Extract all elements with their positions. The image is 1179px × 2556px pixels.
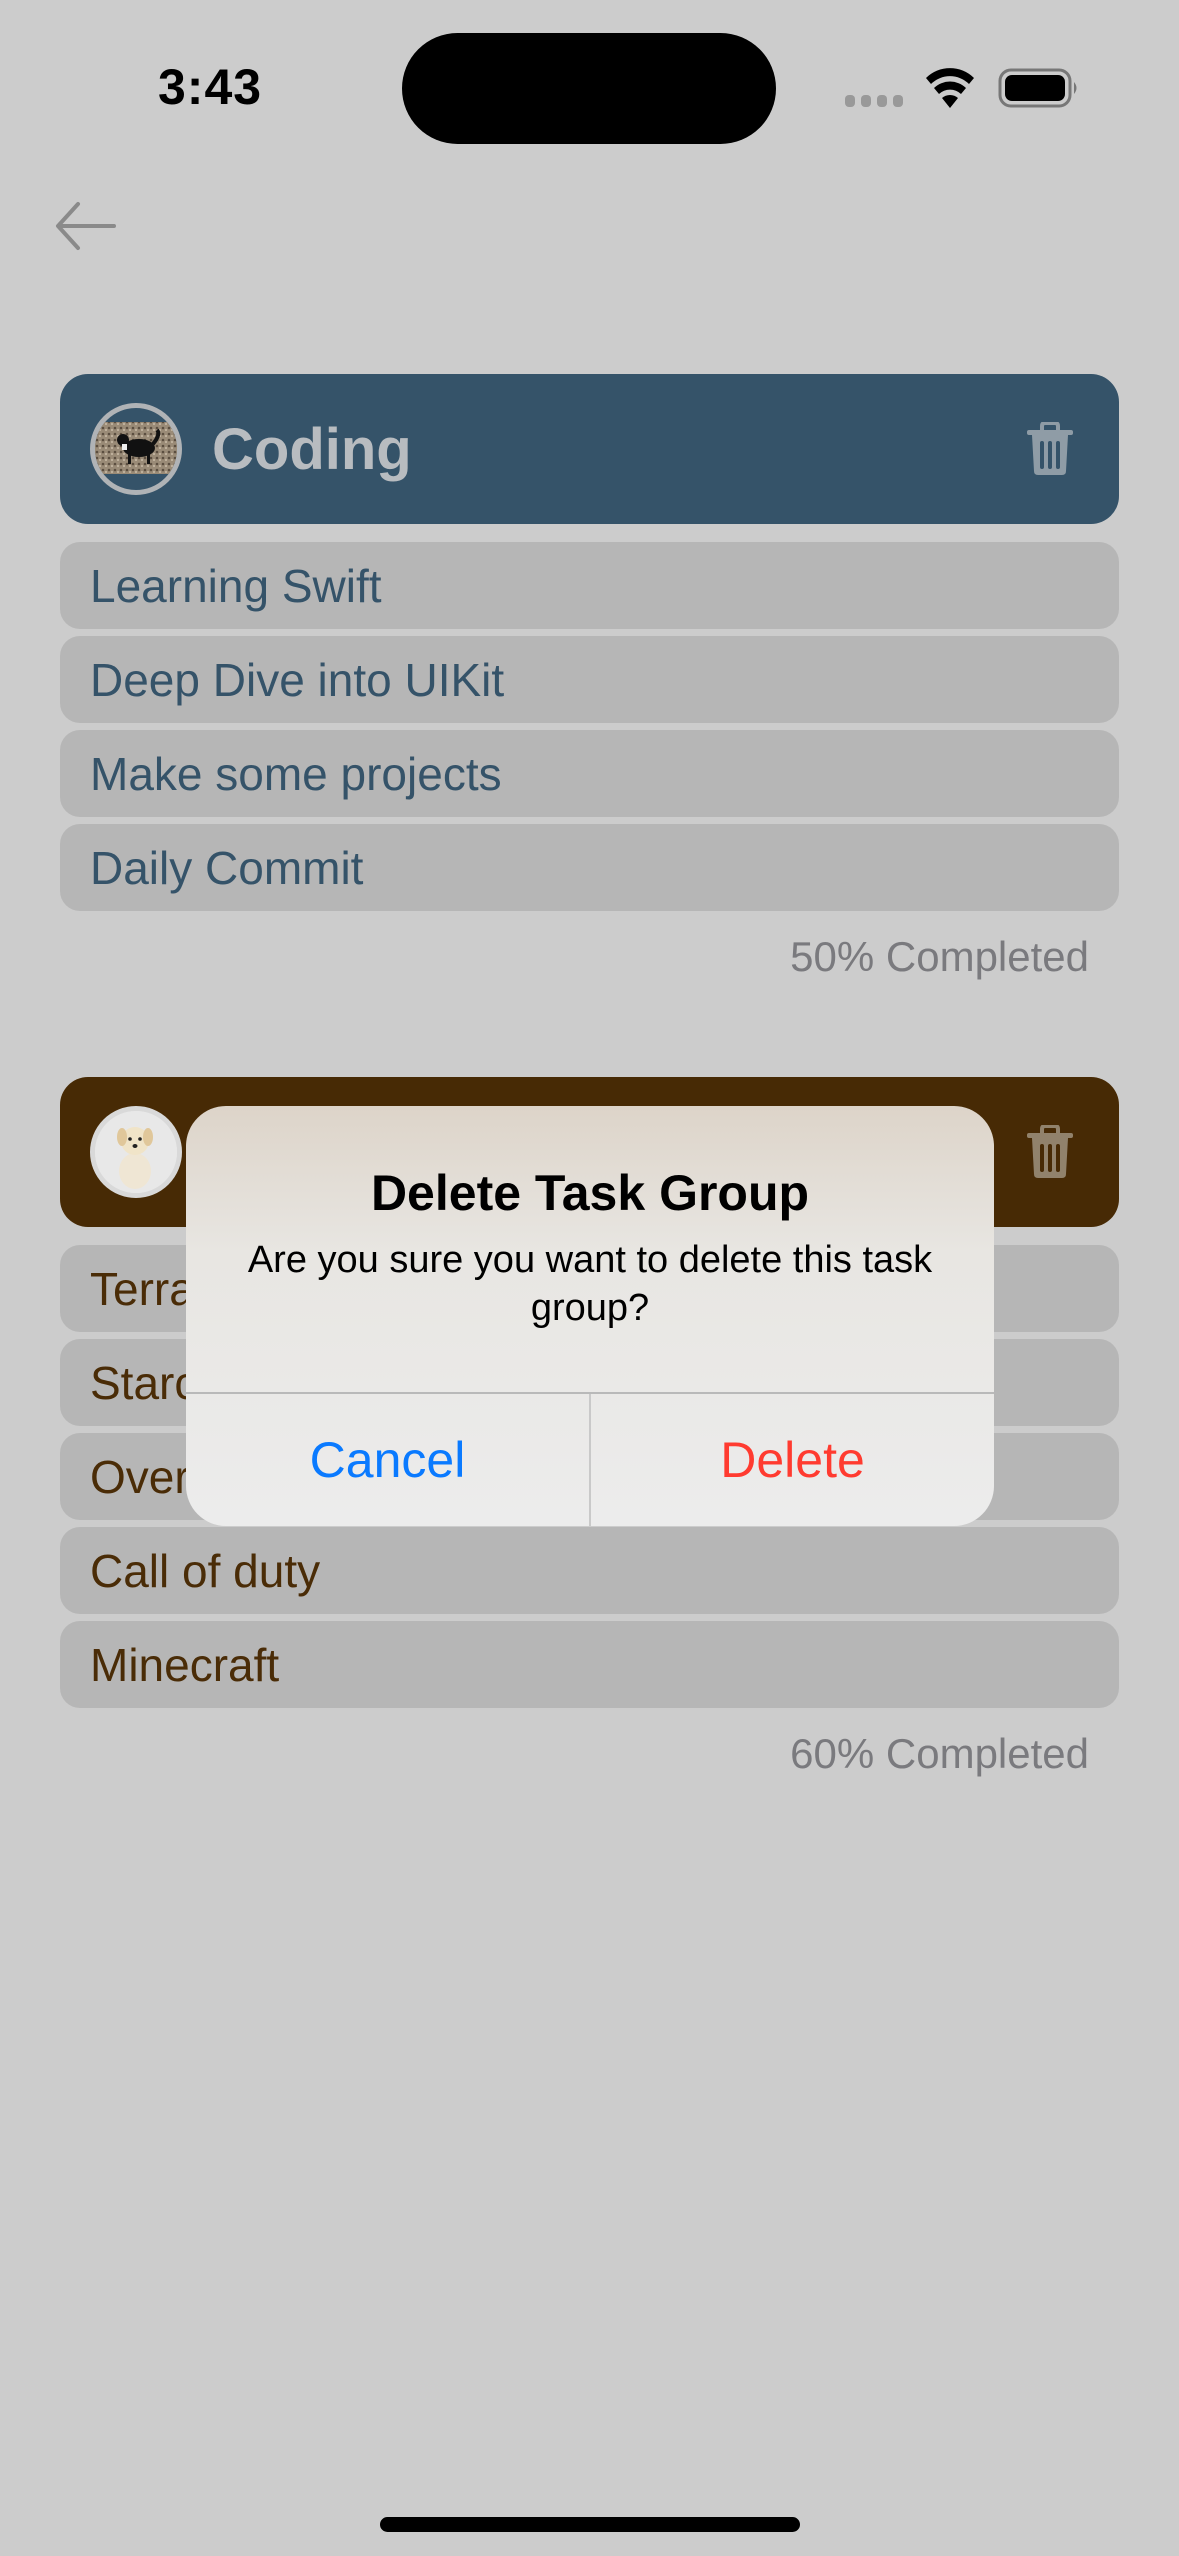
trash-icon (1027, 421, 1073, 475)
group-title: Coding (212, 416, 412, 482)
group-header[interactable]: Coding (60, 374, 1119, 524)
task-row[interactable]: Minecraft (60, 1621, 1119, 1708)
task-row[interactable]: Daily Commit (60, 824, 1119, 911)
back-button[interactable] (50, 196, 122, 256)
dynamic-island (402, 33, 776, 144)
status-time: 3:43 (158, 59, 263, 115)
task-row[interactable]: Deep Dive into UIKit (60, 636, 1119, 723)
wifi-icon (926, 68, 974, 108)
task-row[interactable]: Call of duty (60, 1527, 1119, 1614)
battery-icon (998, 68, 1077, 108)
alert-title: Delete Task Group (370, 1165, 810, 1221)
trash-icon (1027, 1124, 1073, 1178)
dog-photo-avatar (90, 403, 182, 495)
cancel-button[interactable]: Cancel (186, 1394, 589, 1526)
delete-button[interactable]: Delete (589, 1394, 994, 1526)
delete-group-button[interactable] (1025, 1124, 1075, 1179)
alert-message: Are you sure you want to delete this tas… (247, 1239, 933, 1329)
delete-group-button[interactable] (1025, 421, 1075, 476)
task-row[interactable]: Learning Swift (60, 542, 1119, 629)
task-list: Learning Swift Deep Dive into UIKit Make… (60, 542, 1119, 911)
home-indicator[interactable] (380, 2517, 800, 2532)
progress-label: 50% Completed (790, 933, 1089, 980)
delete-confirmation-alert: Delete Task Group Are you sure you want … (186, 1106, 994, 1526)
progress-label: 60% Completed (790, 1730, 1089, 1777)
arrow-left-icon (56, 202, 116, 250)
signal-dots-icon (845, 95, 903, 107)
task-row[interactable]: Make some projects (60, 730, 1119, 817)
task-group: Coding Learning Swift Deep Dive into UIK… (60, 374, 1119, 981)
alert-actions: Cancel Delete (186, 1394, 994, 1526)
puppy-photo-avatar (90, 1106, 182, 1198)
